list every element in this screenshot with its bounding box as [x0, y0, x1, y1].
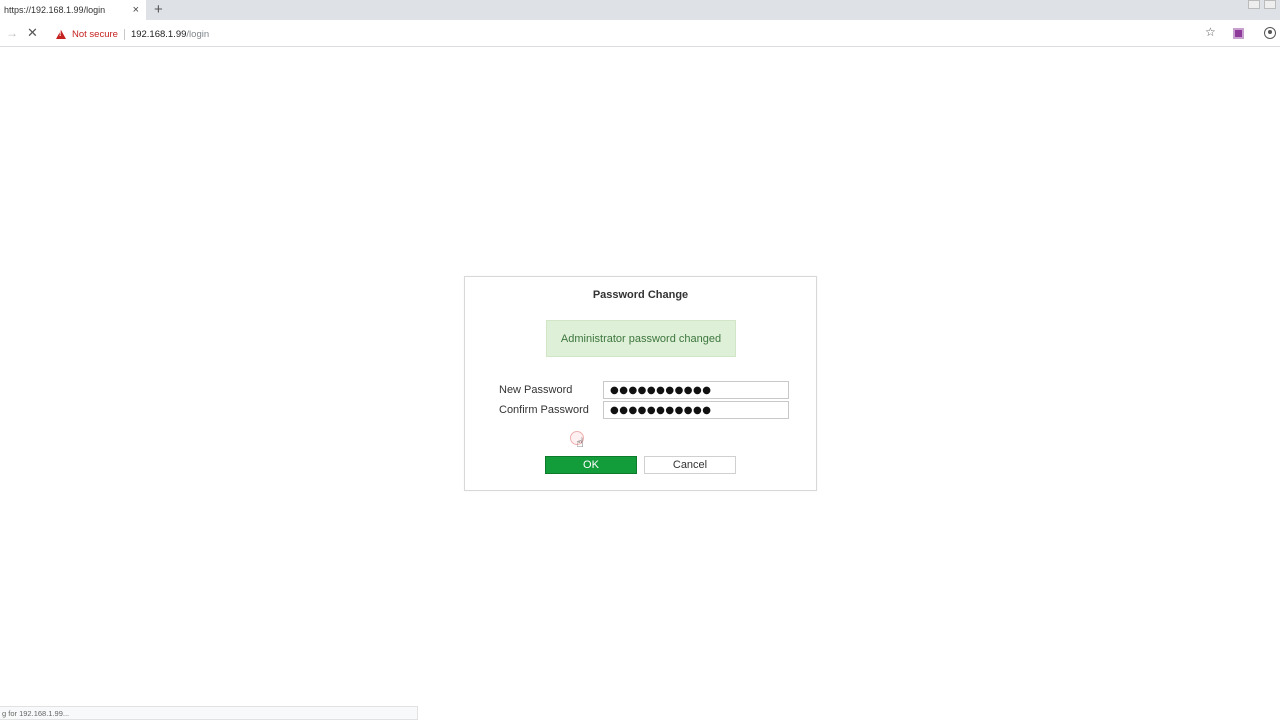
- stop-loading-icon[interactable]: ✕: [27, 25, 38, 41]
- url-host: 192.168.1.99: [130, 28, 187, 40]
- minimize-button[interactable]: [1248, 0, 1260, 9]
- close-tab-icon[interactable]: ×: [133, 3, 139, 17]
- ok-button[interactable]: OK: [545, 456, 637, 474]
- password-change-dialog: Password Change Administrator password c…: [464, 276, 817, 491]
- browser-toolbar: → ✕ Not secure 192.168.1.99 /login ☆: [0, 20, 1280, 47]
- security-indicator[interactable]: Not secure: [72, 29, 118, 40]
- dialog-title: Password Change: [592, 289, 689, 301]
- window-controls: [1248, 0, 1276, 10]
- forward-arrow-icon[interactable]: →: [6, 26, 18, 40]
- divider: [123, 28, 125, 40]
- hand-cursor-icon: ☝: [576, 435, 584, 450]
- restore-button[interactable]: [1264, 0, 1276, 9]
- success-message: Administrator password changed: [546, 320, 736, 357]
- browser-tab[interactable]: https://192.168.1.99/login ×: [0, 0, 146, 20]
- status-bar: g for 192.168.1.99...: [0, 706, 418, 720]
- extension-icon[interactable]: [1233, 28, 1244, 39]
- tab-strip: https://192.168.1.99/login × +: [0, 0, 1280, 20]
- confirm-password-row: Confirm Password: [499, 401, 799, 419]
- cancel-button[interactable]: Cancel: [644, 456, 736, 474]
- warning-triangle-icon: [56, 29, 66, 39]
- confirm-password-field[interactable]: [603, 401, 789, 419]
- profile-icon[interactable]: [1264, 27, 1276, 39]
- new-password-label: New Password: [499, 384, 573, 396]
- new-password-row: New Password: [499, 381, 799, 399]
- new-tab-button[interactable]: +: [154, 1, 163, 18]
- address-bar[interactable]: Not secure 192.168.1.99 /login: [50, 25, 1200, 43]
- url-path: /login: [186, 28, 210, 40]
- tab-title: https://192.168.1.99/login: [4, 5, 106, 15]
- star-icon[interactable]: ☆: [1205, 25, 1216, 39]
- new-password-field[interactable]: [603, 381, 789, 399]
- confirm-password-label: Confirm Password: [499, 404, 589, 416]
